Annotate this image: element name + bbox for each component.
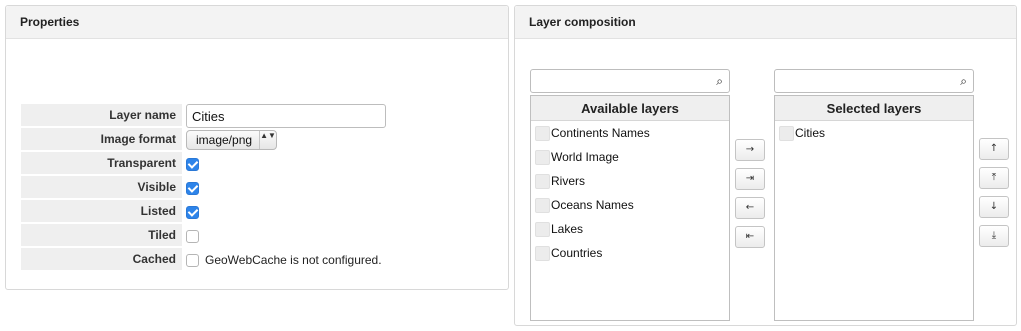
image-format-row: Image format image/png ▲▼ bbox=[21, 128, 491, 152]
item-checkbox[interactable] bbox=[535, 221, 550, 237]
properties-title: Properties bbox=[6, 6, 508, 39]
listed-checkbox[interactable] bbox=[186, 205, 199, 219]
properties-panel: Properties Layer name Image format image… bbox=[5, 5, 509, 290]
list-item[interactable]: Countries bbox=[531, 241, 729, 265]
select-arrows-icon: ▲▼ bbox=[259, 131, 276, 149]
available-layers-list[interactable]: Available layers Continents Names World I… bbox=[530, 95, 730, 321]
image-format-value: image/png bbox=[196, 133, 253, 147]
visible-checkbox[interactable] bbox=[186, 181, 199, 195]
list-item-label: Rivers bbox=[551, 174, 586, 188]
list-item-label: Cities bbox=[795, 126, 826, 140]
item-checkbox[interactable] bbox=[535, 197, 550, 213]
tiled-row: Tiled bbox=[21, 224, 491, 248]
list-item-label: World Image bbox=[551, 150, 619, 164]
list-item[interactable]: Cities bbox=[775, 121, 973, 145]
selected-search-input[interactable] bbox=[775, 70, 973, 92]
search-icon: ⌕ bbox=[960, 74, 967, 88]
cached-checkbox[interactable] bbox=[186, 253, 199, 267]
cached-label: Cached bbox=[21, 248, 182, 271]
list-item[interactable]: Continents Names bbox=[531, 121, 729, 145]
selected-search: ⌕ bbox=[774, 69, 974, 93]
list-item-label: Lakes bbox=[551, 222, 584, 236]
listed-row: Listed bbox=[21, 200, 491, 224]
search-icon: ⌕ bbox=[716, 74, 723, 88]
item-checkbox[interactable] bbox=[535, 149, 550, 165]
transparent-checkbox[interactable] bbox=[186, 157, 199, 171]
list-item-label: Continents Names bbox=[551, 126, 650, 140]
selected-layers-items: Cities bbox=[775, 121, 973, 145]
move-up-button[interactable]: ↑ bbox=[979, 138, 1009, 160]
list-item[interactable]: Oceans Names bbox=[531, 193, 729, 217]
item-checkbox[interactable] bbox=[535, 245, 550, 261]
available-search-input[interactable] bbox=[531, 70, 729, 92]
transparent-label: Transparent bbox=[21, 152, 182, 175]
available-layers-header: Available layers bbox=[531, 96, 729, 121]
tiled-checkbox[interactable] bbox=[186, 229, 199, 243]
tiled-label: Tiled bbox=[21, 224, 182, 247]
cached-row: Cached GeoWebCache is not configured. bbox=[21, 248, 491, 272]
selected-layers-list[interactable]: Selected layers Cities bbox=[774, 95, 974, 321]
properties-form: Layer name Image format image/png ▲▼ Tra… bbox=[21, 104, 491, 272]
move-down-button[interactable]: ↓ bbox=[979, 196, 1009, 218]
available-layers-items: Continents Names World Image Rivers Oceans … bbox=[531, 121, 729, 265]
list-item[interactable]: Lakes bbox=[531, 217, 729, 241]
cached-note: GeoWebCache is not configured. bbox=[205, 253, 382, 267]
layer-composition-title: Layer composition bbox=[515, 6, 1016, 39]
image-format-label: Image format bbox=[21, 128, 182, 151]
remove-layer-button[interactable]: ← bbox=[735, 197, 765, 219]
layer-composition-panel: Layer composition ⌕ Available layers Con… bbox=[514, 5, 1017, 326]
visible-label: Visible bbox=[21, 176, 182, 199]
listed-label: Listed bbox=[21, 200, 182, 223]
move-to-bottom-button[interactable]: ⤓ bbox=[979, 225, 1009, 247]
remove-all-layers-button[interactable]: ⇤ bbox=[735, 226, 765, 248]
list-item-label: Countries bbox=[551, 246, 603, 260]
layer-name-label: Layer name bbox=[21, 104, 182, 127]
image-format-select[interactable]: image/png ▲▼ bbox=[186, 130, 277, 150]
layer-name-input[interactable] bbox=[186, 104, 386, 128]
move-to-top-button[interactable]: ⤒ bbox=[979, 167, 1009, 189]
visible-row: Visible bbox=[21, 176, 491, 200]
transparent-row: Transparent bbox=[21, 152, 491, 176]
list-item[interactable]: Rivers bbox=[531, 169, 729, 193]
add-all-layers-button[interactable]: ⇥ bbox=[735, 168, 765, 190]
item-checkbox[interactable] bbox=[535, 173, 550, 189]
list-item-label: Oceans Names bbox=[551, 198, 634, 212]
add-layer-button[interactable]: → bbox=[735, 139, 765, 161]
item-checkbox[interactable] bbox=[535, 125, 550, 141]
layer-name-row: Layer name bbox=[21, 104, 491, 128]
selected-layers-header: Selected layers bbox=[775, 96, 973, 121]
list-item[interactable]: World Image bbox=[531, 145, 729, 169]
available-search: ⌕ bbox=[530, 69, 730, 93]
item-checkbox[interactable] bbox=[779, 125, 794, 141]
